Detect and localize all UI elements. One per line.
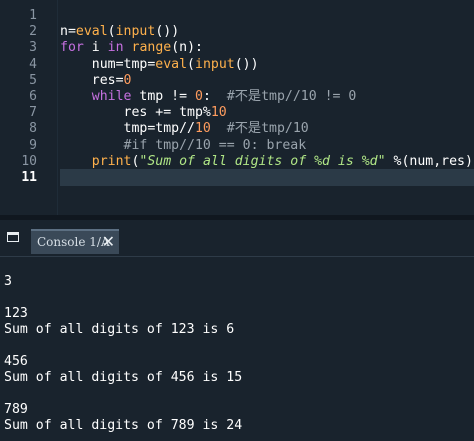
code-token: num=tmp= xyxy=(60,56,156,72)
code-token: 10 xyxy=(194,121,211,137)
code-token: 10 xyxy=(210,105,227,121)
code-line: res += tmp%10 xyxy=(60,104,227,121)
code-token: #不是tmp/10 xyxy=(226,121,309,137)
code-editor[interactable]: 1 2 3 4 5 6 7 8 9 10 11 n=eval(input()) for i in ra… xyxy=(0,0,474,215)
code-line: for i in range(n): xyxy=(60,39,203,56)
code-token: input xyxy=(195,56,235,72)
code-line: num=tmp=eval(input()) xyxy=(60,56,259,73)
code-token: (n): xyxy=(171,40,203,56)
code-token: : xyxy=(202,89,227,104)
code-token: in xyxy=(107,40,124,56)
line-number: 2 xyxy=(29,24,37,40)
console-line: 123 xyxy=(4,306,28,321)
tab-console[interactable]: Console 1/A ✕ xyxy=(31,229,119,254)
code-token: eval xyxy=(155,56,188,72)
line-number: 4 xyxy=(29,56,37,72)
code-line: n=eval(input()) xyxy=(60,23,179,40)
code-token: 0 xyxy=(195,89,203,104)
line-number: 1 xyxy=(29,8,37,23)
code-line: tmp=tmp//10 #不是tmp/10 xyxy=(60,120,309,137)
code-token: ( xyxy=(187,56,195,72)
code-token: res= xyxy=(60,72,124,88)
code-token: #不是tmp//10 != 0 xyxy=(226,89,357,104)
code-token: %(num,res)) xyxy=(385,153,474,169)
code-token: 0 xyxy=(123,72,132,88)
line-number: 8 xyxy=(29,121,37,137)
code-token: while xyxy=(91,89,132,104)
close-icon[interactable]: ✕ xyxy=(102,233,115,251)
code-token: tmp != xyxy=(131,89,195,104)
code-token: range xyxy=(131,40,172,56)
code-token: eval xyxy=(75,24,108,40)
line-number: 9 xyxy=(29,137,37,153)
current-line-highlight xyxy=(60,169,474,186)
tab-console-label: Console 1/A xyxy=(37,235,110,249)
code-token: tmp=tmp// xyxy=(60,121,195,137)
line-number: 5 xyxy=(29,72,37,88)
code-token: ()) xyxy=(155,24,180,40)
panel-icon[interactable] xyxy=(7,232,19,242)
code-token: "Sum of all digits of %d is %d" xyxy=(139,153,386,169)
line-number-gutter: 1 2 3 4 5 6 7 8 9 10 11 xyxy=(0,0,58,215)
line-number: 11 xyxy=(21,170,37,185)
code-token: res += tmp% xyxy=(60,105,211,121)
console-line: 789 xyxy=(4,402,28,417)
code-line: #if tmp//10 == 0: break xyxy=(60,137,307,154)
code-token: ( xyxy=(107,24,116,40)
code-token: n= xyxy=(60,24,76,40)
line-number: 7 xyxy=(29,105,37,121)
code-line: while tmp != 0: #不是tmp//10 != 0 xyxy=(60,88,357,105)
console-line: Sum of all digits of 789 is 24 xyxy=(4,418,243,433)
line-number: 10 xyxy=(21,153,37,169)
code-token: i xyxy=(83,40,108,56)
line-number: 3 xyxy=(29,40,37,56)
line-number: 6 xyxy=(29,89,37,104)
console-output[interactable]: 3 123 Sum of all digits of 123 is 6 456 Sum … xyxy=(0,257,474,441)
code-line: res=0 xyxy=(60,72,132,89)
code-token: for xyxy=(60,40,84,56)
code-line: print("Sum of all digits of %d is %d" %(… xyxy=(60,153,474,170)
code-token: print xyxy=(91,153,132,169)
console-line: Sum of all digits of 456 is 15 xyxy=(4,370,243,385)
code-token: ()) xyxy=(234,56,259,72)
code-token: #if tmp//10 == 0: break xyxy=(123,137,307,153)
code-token: input xyxy=(115,24,156,40)
console-line: 456 xyxy=(4,354,28,369)
console-line: 3 xyxy=(4,274,12,289)
console-line: Sum of all digits of 123 is 6 xyxy=(4,322,235,337)
